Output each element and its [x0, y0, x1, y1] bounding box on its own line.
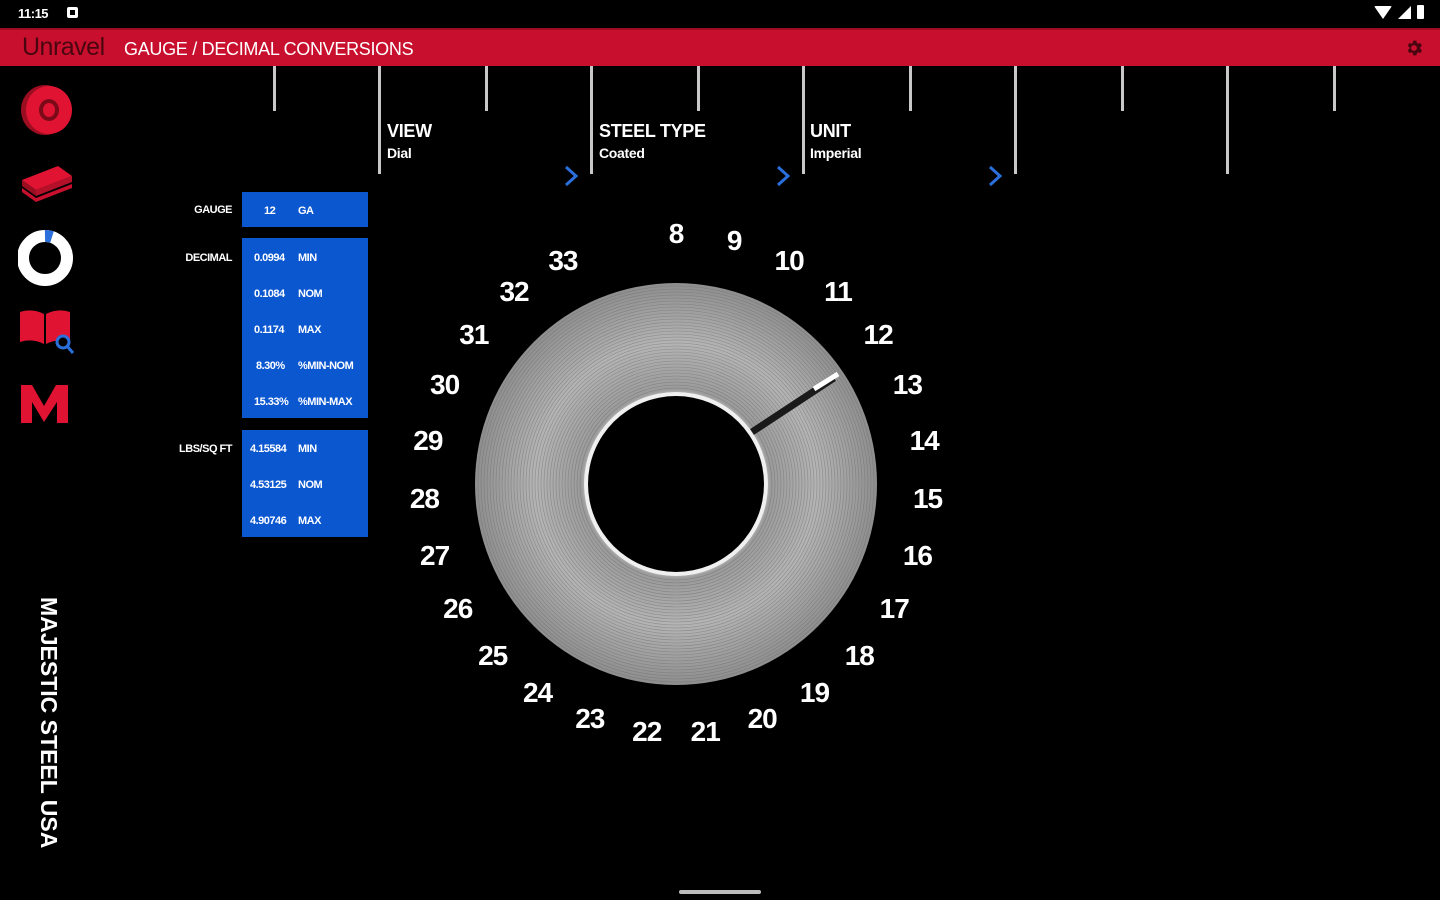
decimal-unit: MAX — [298, 324, 321, 336]
status-bar: 11:15 — [0, 0, 1440, 28]
lbs-unit: NOM — [298, 479, 323, 491]
dial-number[interactable]: 18 — [845, 640, 875, 672]
status-icons — [1374, 5, 1424, 19]
dial-number[interactable]: 26 — [443, 593, 473, 625]
decimal-unit: MIN — [298, 252, 317, 264]
decimal-row: 15.33% %MIN-MAX — [242, 391, 368, 411]
ruler-tick — [1333, 66, 1336, 111]
view-label: VIEW — [387, 121, 432, 141]
dial-number[interactable]: 29 — [413, 425, 443, 457]
lbs-unit: MIN — [298, 443, 317, 455]
battery-icon — [1417, 5, 1424, 19]
dial-number[interactable]: 21 — [691, 716, 721, 748]
gauge-panel[interactable]: 12 GA — [242, 192, 368, 227]
notification-icon — [67, 7, 78, 18]
ring-gauge-icon[interactable] — [18, 230, 74, 286]
steel-type-value: Coated — [599, 145, 645, 161]
decimal-value: 15.33% — [254, 396, 289, 408]
dial-number[interactable]: 9 — [727, 225, 743, 257]
decimal-row: 8.30% %MIN-NOM — [242, 355, 368, 375]
ruler-tick — [1121, 66, 1124, 111]
signal-icon — [1398, 5, 1411, 19]
sheets-icon[interactable] — [18, 162, 76, 206]
dial-number[interactable]: 28 — [410, 483, 440, 515]
brand-logo[interactable]: Unravel — [22, 33, 105, 62]
gauge-row: 12 GA — [242, 200, 368, 220]
decimal-value: 0.0994 — [254, 252, 285, 264]
decimal-row: 0.1174 MAX — [242, 319, 368, 339]
lbs-unit: MAX — [298, 515, 321, 527]
decimal-row: 0.0994 MIN — [242, 247, 368, 267]
app-header: Unravel GAUGE / DECIMAL CONVERSIONS — [0, 28, 1440, 66]
decimal-panel: 0.0994 MIN 0.1084 NOM 0.1174 MAX 8.30% %… — [242, 238, 368, 418]
ruler-tick — [590, 66, 593, 174]
lbs-value: 4.90746 — [250, 515, 287, 527]
view-value: Dial — [387, 145, 412, 161]
ruler-tick — [485, 66, 488, 111]
chevron-right-icon[interactable] — [772, 163, 794, 189]
ruler-tick — [1226, 66, 1229, 174]
dial-number[interactable]: 23 — [575, 703, 605, 735]
dial-number[interactable]: 19 — [800, 677, 830, 709]
m-logo-icon[interactable] — [18, 382, 74, 426]
wifi-icon — [1374, 5, 1392, 19]
dial-number[interactable]: 12 — [864, 319, 894, 351]
lbs-row: 4.15584 MIN — [242, 438, 368, 458]
lbs-value: 4.15584 — [250, 443, 287, 455]
decimal-value: 0.1084 — [254, 288, 285, 300]
lbs-panel: 4.15584 MIN 4.53125 NOM 4.90746 MAX — [242, 430, 368, 537]
dial-number[interactable]: 17 — [880, 593, 910, 625]
decimal-label: DECIMAL — [185, 252, 232, 264]
coil-icon[interactable] — [18, 82, 76, 138]
ruler-tick — [909, 66, 912, 111]
dial-number[interactable]: 30 — [430, 369, 460, 401]
dial-number[interactable]: 8 — [669, 218, 685, 250]
dial-number[interactable]: 32 — [499, 276, 529, 308]
decimal-unit: %MIN-NOM — [298, 360, 354, 372]
lbs-value: 4.53125 — [250, 479, 287, 491]
gauge-dial[interactable] — [474, 282, 878, 686]
ruler-tick — [802, 66, 805, 174]
brand-vertical-text: MAJESTIC STEEL USA — [36, 597, 62, 849]
dial-number[interactable]: 24 — [523, 677, 553, 709]
lbs-row: 4.90746 MAX — [242, 510, 368, 530]
dial-number[interactable]: 31 — [459, 319, 489, 351]
ruler-tick — [1014, 66, 1017, 174]
dial-number[interactable]: 25 — [478, 640, 508, 672]
ruler-tick — [378, 66, 381, 174]
lbs-row: 4.53125 NOM — [242, 474, 368, 494]
dial-number[interactable]: 14 — [910, 425, 940, 457]
lbs-label: LBS/SQ FT — [179, 443, 232, 455]
dial-number[interactable]: 13 — [893, 369, 923, 401]
dial-number[interactable]: 16 — [903, 540, 933, 572]
ruler-tick — [697, 66, 700, 111]
dial-number[interactable]: 27 — [420, 540, 450, 572]
decimal-value: 8.30% — [256, 360, 285, 372]
dial-number[interactable]: 15 — [913, 483, 943, 515]
home-indicator[interactable] — [679, 890, 761, 894]
steel-type-label: STEEL TYPE — [599, 121, 706, 141]
dial-number[interactable]: 20 — [748, 703, 778, 735]
book-search-icon[interactable] — [18, 306, 76, 358]
dial-number[interactable]: 22 — [632, 716, 662, 748]
chevron-right-icon[interactable] — [984, 163, 1006, 189]
decimal-row: 0.1084 NOM — [242, 283, 368, 303]
dial-number[interactable]: 11 — [824, 276, 853, 308]
gear-icon[interactable] — [1404, 38, 1424, 58]
dial-number[interactable]: 10 — [775, 245, 805, 277]
gauge-unit: GA — [298, 205, 314, 217]
decimal-unit: %MIN-MAX — [298, 396, 353, 408]
gauge-value: 12 — [264, 205, 276, 217]
dial-number[interactable]: 33 — [548, 245, 578, 277]
decimal-value: 0.1174 — [254, 324, 285, 336]
page-title: GAUGE / DECIMAL CONVERSIONS — [124, 39, 414, 59]
ruler-tick — [273, 66, 276, 111]
unit-value: Imperial — [810, 145, 862, 161]
gauge-label: GAUGE — [194, 204, 232, 216]
chevron-right-icon[interactable] — [560, 163, 582, 189]
status-time: 11:15 — [18, 6, 49, 21]
unit-label: UNIT — [810, 121, 851, 141]
decimal-unit: NOM — [298, 288, 323, 300]
